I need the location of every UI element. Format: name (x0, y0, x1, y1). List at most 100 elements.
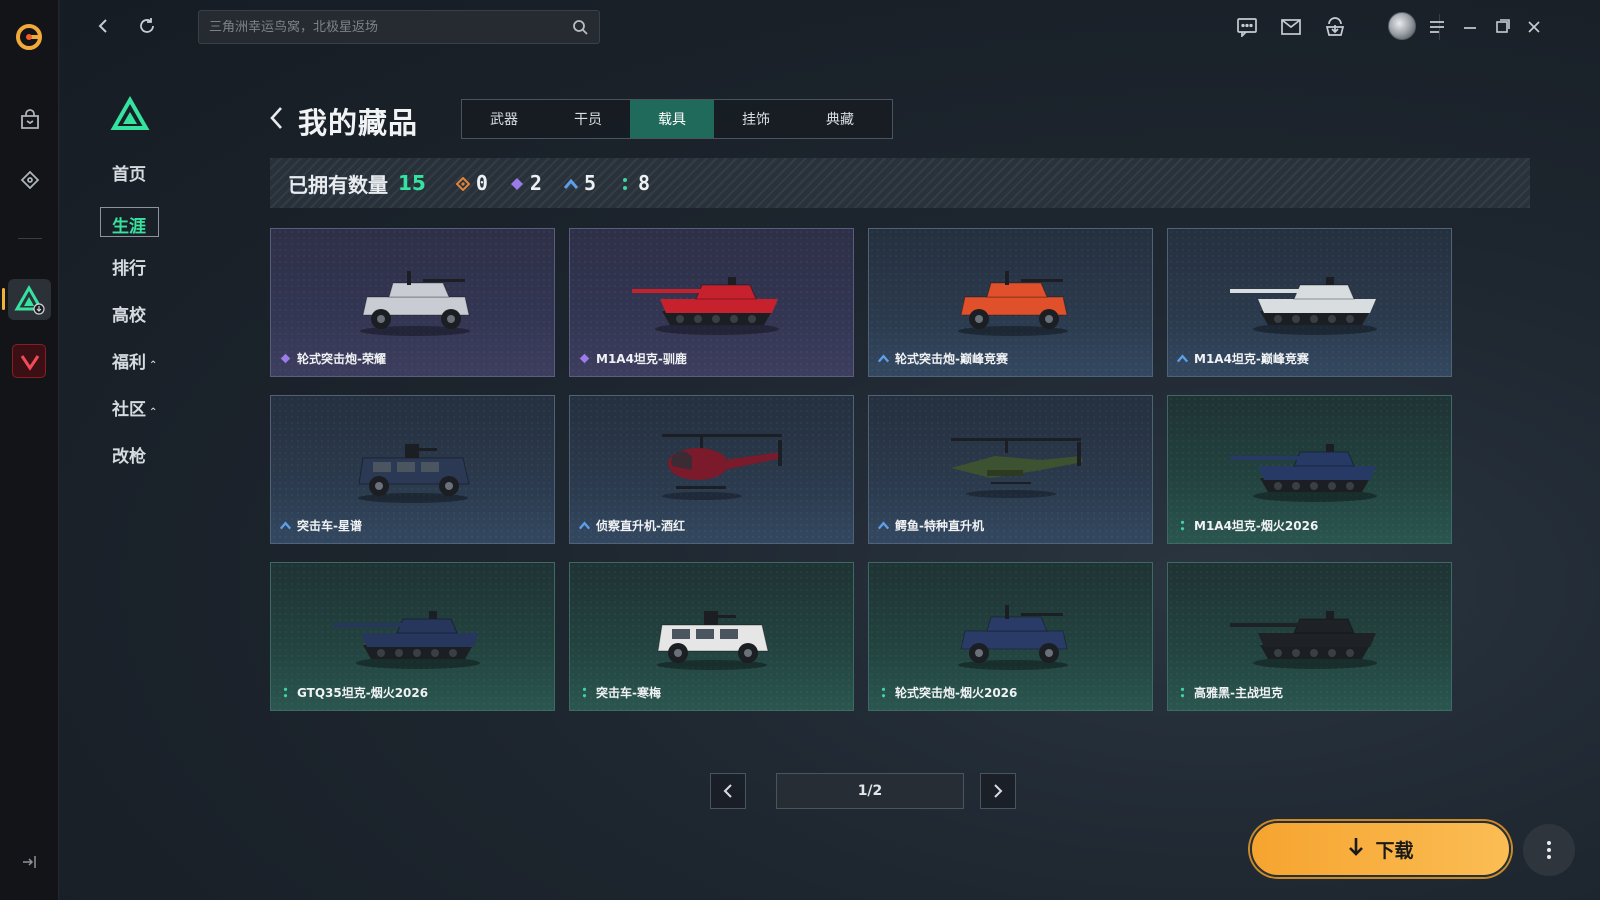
blue-rarity-icon (1176, 353, 1189, 364)
vehicle-name-text: 轮式突击炮-荣耀 (297, 352, 386, 366)
tank-icon (632, 255, 792, 339)
blue-rarity-icon (578, 520, 591, 531)
vehicle-name-text: M1A4坦克-巅峰竞赛 (1194, 352, 1309, 366)
vehicle-name: 轮式突击炮-荣耀 (280, 350, 386, 367)
tank-icon (1230, 589, 1390, 673)
user-avatar[interactable] (1388, 12, 1416, 40)
vehicle-name: 侦察直升机-酒红 (578, 517, 685, 534)
page-back-icon[interactable] (267, 104, 287, 132)
attack-helicopter-icon (931, 422, 1091, 506)
launcher-logo-icon[interactable] (14, 22, 44, 52)
more-options-button[interactable] (1523, 824, 1575, 876)
search-input[interactable] (209, 19, 571, 35)
nav-community[interactable]: 社区 ⌃ (100, 395, 200, 420)
menu-icon[interactable] (1424, 14, 1450, 40)
refresh-button[interactable] (135, 14, 159, 38)
maximize-icon[interactable] (1489, 14, 1515, 40)
back-nav-button[interactable] (92, 14, 116, 38)
tab-vehicles[interactable]: 载具 (630, 100, 714, 138)
rarity-orange-count: 0 (475, 171, 488, 195)
download-button[interactable]: 下载 (1250, 821, 1511, 877)
tab-collection[interactable]: 典藏 (798, 100, 882, 138)
prev-page-button[interactable] (710, 773, 746, 809)
vehicle-name: 突击车-寒梅 (579, 684, 661, 701)
chevron-up-icon: ⌃ (149, 360, 158, 371)
store-bag-icon[interactable] (16, 106, 44, 134)
vehicle-card[interactable]: 高雅黑-主战坦克 (1167, 562, 1452, 711)
mail-icon[interactable] (1278, 14, 1304, 40)
vehicle-card[interactable]: 轮式突击炮-巅峰竞赛 (868, 228, 1153, 377)
green-rarity-icon (579, 687, 590, 698)
vehicle-card[interactable]: 鳄鱼-特种直升机 (868, 395, 1153, 544)
rarity-orange: 0 (455, 171, 488, 195)
rarity-green-count: 8 (637, 171, 651, 195)
nav-college[interactable]: 高校 (100, 301, 200, 326)
vehicle-card[interactable]: 轮式突击炮-荣耀 (270, 228, 555, 377)
blue-rarity-icon (877, 353, 890, 364)
delta-force-game-icon[interactable] (8, 279, 51, 320)
vehicle-card[interactable]: M1A4坦克-驯鹿 (569, 228, 854, 377)
search-box[interactable] (198, 10, 600, 44)
vehicle-name-text: 突击车-星谱 (297, 519, 362, 533)
purple-rarity-icon (280, 353, 291, 364)
download-arrow-icon (1347, 836, 1365, 862)
vehicle-card[interactable]: M1A4坦克-巅峰竞赛 (1167, 228, 1452, 377)
minimize-icon[interactable] (1457, 14, 1483, 40)
collection-tabs: 武器 干员 载具 挂饰 典藏 (461, 99, 893, 139)
rarity-blue-count: 5 (583, 171, 596, 195)
vehicle-name-text: M1A4坦克-烟火2026 (1194, 519, 1319, 533)
main-area: 首页 生涯 排行 高校 福利⌃ 社区⌃ 改枪 我的藏品 武器 干员 载具 挂饰 … (60, 0, 1600, 900)
nav-home[interactable]: 首页 (100, 160, 200, 185)
vehicle-name-text: GTQ35坦克-烟火2026 (297, 686, 429, 700)
valorant-game-icon[interactable] (12, 344, 46, 378)
tab-weapons[interactable]: 武器 (462, 100, 546, 138)
vehicle-name-text: 鳄鱼-特种直升机 (895, 519, 984, 533)
tab-operators[interactable]: 干员 (546, 100, 630, 138)
vehicle-name: M1A4坦克-驯鹿 (579, 350, 687, 367)
vehicle-card[interactable]: GTQ35坦克-烟火2026 (270, 562, 555, 711)
next-page-button[interactable] (980, 773, 1016, 809)
vehicle-name-text: 轮式突击炮-烟火2026 (895, 686, 1018, 700)
vehicle-name-text: M1A4坦克-驯鹿 (596, 352, 687, 366)
orange-diamond-icon (455, 176, 471, 192)
assault-vehicle-icon (632, 589, 792, 673)
vehicle-card[interactable]: 突击车-寒梅 (569, 562, 854, 711)
collapse-sidebar-icon[interactable] (20, 853, 38, 871)
vehicle-name-text: 突击车-寒梅 (596, 686, 661, 700)
nav-ranking[interactable]: 排行 (100, 254, 200, 279)
vehicle-card[interactable]: 突击车-星谱 (270, 395, 555, 544)
launcher-sidebar (0, 0, 59, 900)
delta-force-logo-icon (110, 95, 150, 132)
nav-benefits-label: 福利 (112, 353, 146, 373)
green-dots-icon (618, 176, 632, 190)
download-manager-icon[interactable] (1322, 14, 1348, 40)
page-indicator: 1/2 (776, 773, 964, 809)
rarity-blue: 5 (563, 171, 596, 195)
nav-ranking-label: 排行 (112, 259, 146, 279)
vehicle-name-text: 轮式突击炮-巅峰竞赛 (895, 352, 1008, 366)
vehicle-card[interactable]: 侦察直升机-酒红 (569, 395, 854, 544)
chevron-up-icon: ⌃ (149, 407, 158, 418)
green-rarity-icon (280, 687, 291, 698)
nav-career[interactable]: 生涯 (100, 207, 159, 237)
rarity-purple: 2 (510, 171, 542, 195)
wheeled-gun-icon (333, 255, 493, 339)
vehicle-name: 轮式突击炮-巅峰竞赛 (877, 350, 1008, 367)
nav-gun-mod-label: 改枪 (112, 447, 146, 467)
close-icon[interactable] (1521, 14, 1547, 40)
chat-icon[interactable] (1234, 14, 1260, 40)
active-game-indicator (2, 288, 5, 310)
tab-charms[interactable]: 挂饰 (714, 100, 798, 138)
green-rarity-icon (1177, 687, 1188, 698)
owned-count: 15 (398, 171, 426, 195)
blue-chevron-icon (563, 176, 579, 190)
vehicle-name: M1A4坦克-巅峰竞赛 (1176, 350, 1309, 367)
vehicle-card[interactable]: 轮式突击炮-烟火2026 (868, 562, 1153, 711)
nav-benefits[interactable]: 福利 ⌃ (100, 348, 200, 373)
top-bar (60, 0, 1600, 54)
search-icon[interactable] (571, 18, 589, 36)
nav-gun-mod[interactable]: 改枪 (100, 442, 200, 467)
nav-college-label: 高校 (112, 306, 146, 326)
vehicle-card[interactable]: M1A4坦克-烟火2026 (1167, 395, 1452, 544)
gamepad-tag-icon[interactable] (16, 166, 44, 194)
